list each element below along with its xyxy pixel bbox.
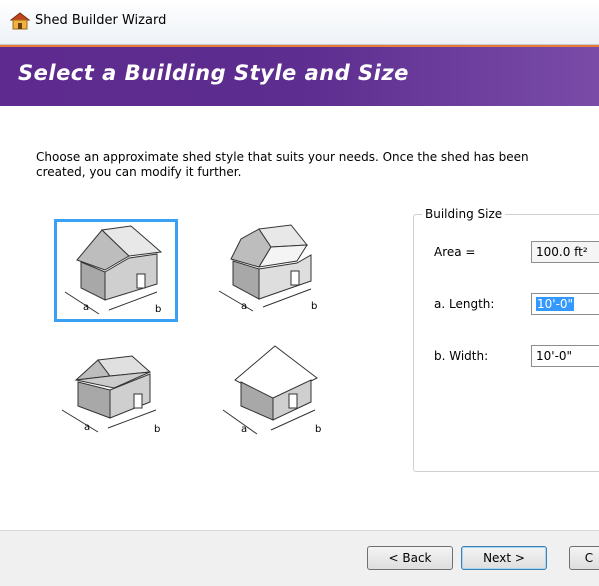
length-value: 10'-0" (536, 297, 575, 311)
back-button[interactable]: < Back (367, 546, 453, 570)
building-size-group: Building Size Area = 100.0 ft² a. Length… (413, 207, 599, 472)
hip-shed-icon: a b (61, 355, 160, 435)
area-value: 100.0 ft² (531, 241, 599, 263)
dim-b-label: b (154, 424, 160, 435)
intro-text: Choose an approximate shed style that su… (36, 150, 529, 179)
wizard-banner: Select a Building Style and Size (0, 45, 599, 108)
style-option-gable[interactable]: a b (54, 219, 178, 322)
wizard-content: Choose an approximate shed style that su… (0, 106, 599, 530)
style-option-flat[interactable]: a b (211, 342, 335, 445)
title-bar: Shed Builder Wizard (0, 0, 599, 45)
page-heading: Select a Building Style and Size (18, 61, 409, 85)
dim-b-label: b (311, 301, 317, 312)
style-option-hip[interactable]: a b (54, 342, 178, 445)
length-label: a. Length: (434, 297, 495, 311)
style-option-gambrel[interactable]: a b (211, 219, 335, 322)
next-button[interactable]: Next > (461, 546, 547, 570)
dim-a-label: a (83, 302, 89, 313)
dim-b-label: b (155, 304, 161, 315)
gable-shed-icon: a b (64, 225, 163, 315)
gambrel-shed-icon: a b (218, 224, 317, 312)
area-label: Area = (434, 245, 476, 259)
building-size-legend: Building Size (422, 207, 506, 221)
length-input[interactable]: 10'-0" (531, 293, 599, 315)
width-label: b. Width: (434, 349, 489, 363)
shed-app-icon (10, 12, 30, 30)
dim-a-label: a (241, 424, 247, 435)
dim-a-label: a (241, 301, 247, 312)
flat-shed-icon: a b (222, 345, 321, 435)
width-input[interactable]: 10'-0" (531, 345, 599, 367)
cancel-button[interactable]: C (569, 546, 599, 570)
dim-b-label: b (315, 424, 321, 435)
dim-a-label: a (84, 422, 90, 433)
footer-separator (0, 530, 599, 531)
window-title: Shed Builder Wizard (35, 13, 167, 28)
